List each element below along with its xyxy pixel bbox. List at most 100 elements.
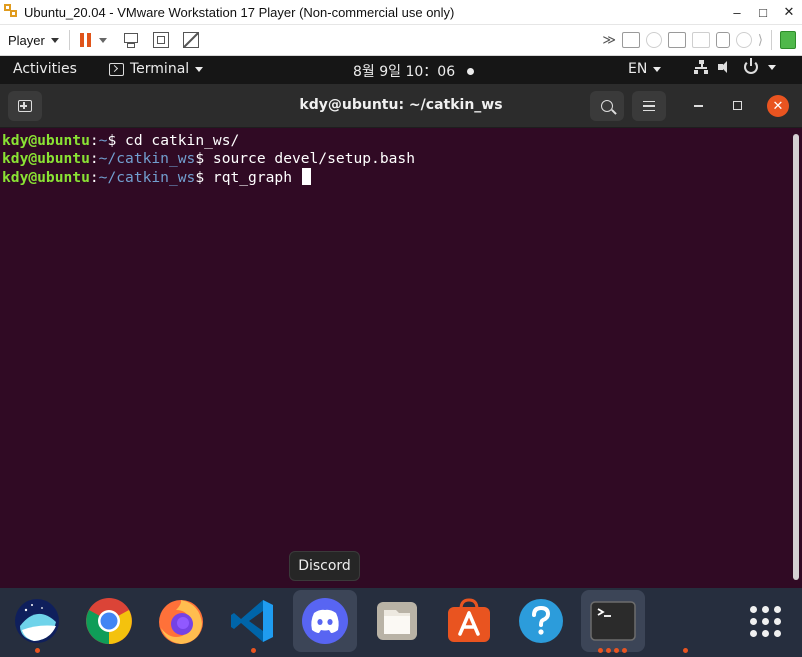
dock-item-vscode[interactable] xyxy=(221,590,285,652)
software-center-icon xyxy=(448,598,490,642)
cd-drive-icon[interactable] xyxy=(645,32,662,48)
terminal-icon xyxy=(590,601,636,641)
command-text: rqt_graph xyxy=(212,169,301,186)
running-indicator xyxy=(35,648,40,653)
chevron-down-icon xyxy=(50,37,59,43)
terminal-line: kdy@ubuntu:~/catkin_ws$ rqt_graph xyxy=(2,168,802,186)
dock-item-whale[interactable] xyxy=(5,590,69,652)
prompt-user: kdy@ubuntu xyxy=(2,150,90,167)
help-icon xyxy=(519,599,563,643)
vmware-toolbar: Player ≫ ⟩ xyxy=(0,24,802,56)
network-icon xyxy=(694,60,708,74)
dock-item-chrome[interactable] xyxy=(77,590,141,652)
naver-whale-icon xyxy=(15,599,59,643)
prompt-symbol: $ xyxy=(195,150,213,167)
firefox-icon xyxy=(159,600,203,644)
terminal-output[interactable]: kdy@ubuntu:~$ cd catkin_ws/ kdy@ubuntu:~… xyxy=(0,128,802,588)
chrome-icon xyxy=(86,598,132,644)
language-label: EN xyxy=(628,61,648,77)
running-indicator xyxy=(683,648,688,653)
camera-icon[interactable] xyxy=(735,32,752,48)
clock-text: 8월 9일 10：06 xyxy=(353,64,456,80)
more-devices-icon[interactable]: ⟩ xyxy=(758,32,763,48)
maximize-icon[interactable] xyxy=(733,101,742,110)
notification-dot-icon xyxy=(467,67,475,75)
running-indicator xyxy=(606,648,611,653)
running-indicator xyxy=(598,648,603,653)
prompt-separator: : xyxy=(89,132,99,149)
prompt-path: ~/catkin_ws xyxy=(98,169,196,186)
terminal-line: kdy@ubuntu:~$ cd catkin_ws/ xyxy=(2,132,802,150)
text-cursor xyxy=(301,168,311,185)
terminal-title: kdy@ubuntu: ~/catkin_ws xyxy=(299,97,503,113)
notes-icon[interactable] xyxy=(780,31,796,49)
prompt-separator: : xyxy=(89,150,99,167)
window-title: Ubuntu_20.04 - VMware Workstation 17 Pla… xyxy=(24,4,455,20)
command-text: source devel/setup.bash xyxy=(212,150,415,167)
system-tray[interactable] xyxy=(694,58,776,74)
prompt-user: kdy@ubuntu xyxy=(2,169,90,186)
dock-item-files[interactable] xyxy=(365,590,429,652)
running-indicator xyxy=(251,648,256,653)
prompt-symbol: $ xyxy=(195,169,213,186)
send-ctrl-alt-del-icon[interactable] xyxy=(121,31,141,49)
device-toolbar: ≫ ⟩ xyxy=(602,25,796,55)
prompt-user: kdy@ubuntu xyxy=(2,132,90,149)
maximize-button[interactable]: □ xyxy=(750,5,776,20)
search-button[interactable] xyxy=(590,91,624,121)
vscode-icon xyxy=(231,600,273,642)
command-text: cd catkin_ws/ xyxy=(125,132,240,149)
minimize-icon[interactable] xyxy=(694,105,703,107)
unity-mode-icon[interactable] xyxy=(181,31,201,49)
discord-icon xyxy=(302,598,348,644)
power-icon xyxy=(744,58,758,74)
fullscreen-icon[interactable] xyxy=(151,31,171,49)
hamburger-icon xyxy=(643,100,655,112)
toolbar-divider xyxy=(771,30,772,50)
clock[interactable]: 8월 9일 10：06 xyxy=(353,61,475,81)
search-icon xyxy=(601,100,613,112)
show-apps-icon xyxy=(749,605,781,637)
dock-tooltip: Discord xyxy=(289,551,360,581)
pause-options-chevron-icon[interactable] xyxy=(98,37,107,43)
dock-item-software[interactable] xyxy=(437,590,501,652)
chevron-down-icon xyxy=(653,66,662,72)
close-icon: ✕ xyxy=(772,98,784,114)
vmware-title-bar: Ubuntu_20.04 - VMware Workstation 17 Pla… xyxy=(0,0,802,24)
prompt-separator: : xyxy=(89,169,99,186)
running-indicator xyxy=(622,648,627,653)
dock-item-firefox[interactable] xyxy=(149,590,213,652)
terminal-header-bar: kdy@ubuntu: ~/catkin_ws ✕ xyxy=(0,84,802,128)
player-menu-label: Player xyxy=(8,32,45,48)
files-icon xyxy=(377,602,417,640)
vmware-logo-icon xyxy=(4,4,20,20)
close-button[interactable]: ✕ xyxy=(776,4,802,20)
pause-icon[interactable] xyxy=(79,33,91,47)
gnome-top-bar: Activities Terminal 8월 9일 10：06 EN xyxy=(0,56,802,84)
prompt-path: ~/catkin_ws xyxy=(98,150,196,167)
prompt-symbol: $ xyxy=(107,132,126,149)
network-adapter-icon[interactable] xyxy=(667,32,686,48)
menu-button[interactable] xyxy=(632,91,666,121)
dock-item-discord[interactable] xyxy=(293,590,357,652)
close-button[interactable]: ✕ xyxy=(767,95,789,117)
activities-button[interactable]: Activities xyxy=(13,61,77,77)
show-apps-button[interactable] xyxy=(733,590,797,652)
terminal-line: kdy@ubuntu:~/catkin_ws$ source devel/set… xyxy=(2,150,802,168)
player-menu[interactable]: Player xyxy=(8,33,59,48)
dock-item-terminal[interactable] xyxy=(581,590,645,652)
dock xyxy=(0,588,802,657)
printer-icon[interactable] xyxy=(691,32,710,48)
running-indicator xyxy=(614,648,619,653)
hard-disk-icon[interactable] xyxy=(621,32,640,48)
dock-item-help[interactable] xyxy=(509,590,573,652)
sound-card-icon[interactable] xyxy=(715,32,730,48)
double-chevron-icon[interactable]: ≫ xyxy=(602,32,616,48)
app-menu[interactable]: Terminal xyxy=(109,61,204,77)
scrollbar[interactable] xyxy=(793,134,799,580)
app-menu-label: Terminal xyxy=(130,61,190,77)
input-source-menu[interactable]: EN xyxy=(628,61,662,77)
volume-muted-icon xyxy=(718,60,734,74)
chevron-down-icon xyxy=(195,66,204,72)
minimize-button[interactable]: – xyxy=(724,5,750,20)
